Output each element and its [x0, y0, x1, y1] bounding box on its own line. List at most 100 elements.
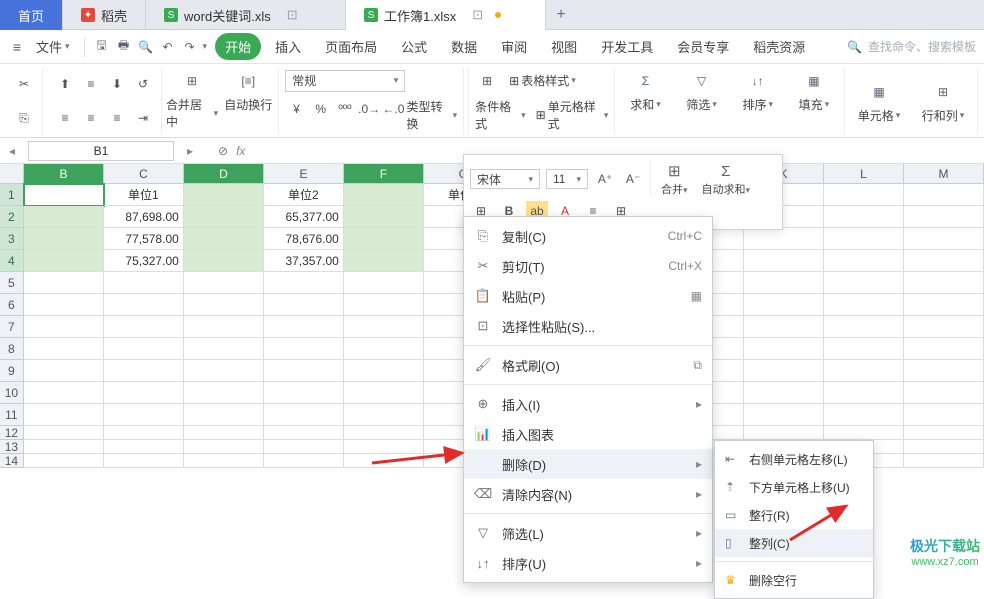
row-header[interactable]: 3: [0, 228, 24, 250]
cell-D1[interactable]: [184, 184, 264, 206]
sub-shift-up[interactable]: ⇡下方单元格上移(U): [715, 473, 873, 501]
cut-icon[interactable]: ✂: [12, 73, 36, 95]
font-shrink-icon[interactable]: A⁻: [622, 169, 644, 189]
select-all-corner[interactable]: [0, 164, 24, 183]
ribbon-vip[interactable]: 会员专享: [667, 33, 739, 60]
row-header[interactable]: 8: [0, 338, 24, 360]
cell-E1[interactable]: 单位2: [264, 184, 344, 206]
align-right-icon[interactable]: ≡: [105, 107, 129, 129]
undo-icon[interactable]: ↶: [159, 38, 177, 56]
fill-button[interactable]: ▦填充▾: [788, 68, 840, 113]
ctx-filter[interactable]: ▽筛选(L)▸: [464, 518, 712, 548]
sum-button[interactable]: Σ求和▾: [619, 68, 671, 113]
tab-home[interactable]: 首页: [0, 0, 63, 30]
row-header[interactable]: 14: [0, 454, 24, 468]
cell-C1[interactable]: 单位1: [104, 184, 184, 206]
ribbon-insert[interactable]: 插入: [265, 33, 311, 60]
ctx-sort[interactable]: ↓↑排序(U)▸: [464, 548, 712, 578]
autosum-mini-button[interactable]: Σ自动求和▾: [698, 161, 755, 197]
ribbon-dev[interactable]: 开发工具: [591, 33, 663, 60]
align-center-icon[interactable]: ≡: [79, 107, 103, 129]
merge-mini-button[interactable]: ⊞合并▾: [657, 161, 692, 197]
redo-icon[interactable]: ↷: [181, 38, 199, 56]
filter-button[interactable]: ▽筛选▾: [676, 68, 728, 113]
row-header[interactable]: 1: [0, 184, 24, 206]
col-header-C[interactable]: C: [104, 164, 184, 183]
orientation-icon[interactable]: ↺: [131, 73, 155, 95]
dec-dec-icon[interactable]: ←.0: [382, 98, 404, 120]
font-grow-icon[interactable]: A⁺: [594, 169, 616, 189]
name-box[interactable]: B1: [28, 141, 174, 161]
cancel-fx-icon[interactable]: ⊘: [218, 144, 228, 158]
ctx-delete[interactable]: 删除(D)▸: [464, 449, 712, 479]
align-mid-icon[interactable]: ≡: [79, 73, 103, 95]
cell-E4[interactable]: 37,357.00: [264, 250, 344, 272]
row-header[interactable]: 6: [0, 294, 24, 316]
number-format-combo[interactable]: 常规▾: [285, 70, 405, 92]
next-sheet-icon[interactable]: ▸: [178, 144, 202, 158]
row-header[interactable]: 9: [0, 360, 24, 382]
ctx-insert-chart[interactable]: 📊插入图表: [464, 419, 712, 449]
dec-inc-icon[interactable]: .0→: [358, 98, 380, 120]
tab-add-button[interactable]: +: [546, 0, 576, 29]
ctx-clear[interactable]: ⌫清除内容(N)▸: [464, 479, 712, 509]
cell-C3[interactable]: 77,578.00: [104, 228, 184, 250]
row-header[interactable]: 13: [0, 440, 24, 454]
sort-button[interactable]: ↓↑排序▾: [732, 68, 784, 113]
font-combo[interactable]: 宋体▾: [470, 169, 540, 189]
cell-F1[interactable]: [344, 184, 424, 206]
tab-doke[interactable]: ✦ 稻壳: [63, 0, 146, 30]
print-icon[interactable]: 🖶: [115, 38, 133, 56]
ribbon-layout[interactable]: 页面布局: [315, 33, 387, 60]
prev-sheet-icon[interactable]: ◂: [0, 144, 24, 158]
wrap-text-button[interactable]: [≡] 自动换行: [222, 68, 274, 113]
row-header[interactable]: 11: [0, 404, 24, 426]
row-header[interactable]: 12: [0, 426, 24, 440]
save-icon[interactable]: 🖫: [93, 38, 111, 56]
command-search[interactable]: 🔍 查找命令、搜索模板: [847, 38, 976, 55]
ctx-paste[interactable]: 📋粘贴(P)▦: [464, 281, 712, 311]
preview-icon[interactable]: 🔍: [137, 38, 155, 56]
ribbon-start[interactable]: 开始: [215, 33, 261, 60]
col-header-E[interactable]: E: [264, 164, 344, 183]
hamburger-icon[interactable]: ≡: [8, 38, 26, 56]
ribbon-review[interactable]: 审阅: [491, 33, 537, 60]
row-header[interactable]: 7: [0, 316, 24, 338]
col-header-L[interactable]: L: [824, 164, 904, 183]
cell-button[interactable]: ▦单元格▾: [851, 79, 907, 124]
percent-icon[interactable]: %: [310, 98, 332, 120]
ctx-format-brush[interactable]: 🖌格式刷(O)⧉: [464, 350, 712, 380]
ctx-copy[interactable]: ⎘复制(C)Ctrl+C: [464, 221, 712, 251]
ctx-paste-special[interactable]: ⊡选择性粘贴(S)...: [464, 311, 712, 341]
window-icon[interactable]: ⊡: [472, 7, 483, 23]
sub-delete-blank[interactable]: ♛删除空行: [715, 566, 873, 594]
col-header-D[interactable]: D: [184, 164, 264, 183]
row-header[interactable]: 2: [0, 206, 24, 228]
cell-style-button[interactable]: ⊞ 单元格样式▾: [536, 98, 609, 132]
ribbon-view[interactable]: 视图: [541, 33, 587, 60]
tab-file-2[interactable]: S 工作簿1.xlsx ⊡: [346, 0, 546, 30]
cell-B1[interactable]: [24, 184, 104, 206]
ribbon-formula[interactable]: 公式: [391, 33, 437, 60]
sub-shift-left[interactable]: ⇤右侧单元格左移(L): [715, 445, 873, 473]
align-top-icon[interactable]: ⬆: [53, 73, 77, 95]
merge-center-button[interactable]: ⊞ 合并居中▾: [166, 68, 218, 130]
fx-icon[interactable]: fx: [236, 144, 245, 158]
cell-C2[interactable]: 87,698.00: [104, 206, 184, 228]
brush-dock-icon[interactable]: ⧉: [693, 358, 702, 373]
file-menu[interactable]: 文件▾: [30, 33, 76, 60]
paste-options-icon[interactable]: ▦: [691, 289, 702, 303]
ctx-insert[interactable]: ⊕插入(I)▸: [464, 389, 712, 419]
row-header[interactable]: 10: [0, 382, 24, 404]
cond-format-button[interactable]: 条件格式▾: [475, 98, 526, 132]
ribbon-res[interactable]: 稻壳资源: [743, 33, 815, 60]
cell-E3[interactable]: 78,676.00: [264, 228, 344, 250]
currency-icon[interactable]: ¥: [285, 98, 307, 120]
col-header-B[interactable]: B: [24, 164, 104, 183]
align-bot-icon[interactable]: ⬇: [105, 73, 129, 95]
type-convert-button[interactable]: 类型转换▾: [407, 98, 458, 132]
rowcol-button[interactable]: ⊞行和列▾: [915, 79, 971, 124]
cell-C4[interactable]: 75,327.00: [104, 250, 184, 272]
table-style-button[interactable]: ⊞ 表格样式▾: [509, 72, 576, 89]
tab-file-1[interactable]: S word关键词.xls ⊡: [146, 0, 346, 30]
